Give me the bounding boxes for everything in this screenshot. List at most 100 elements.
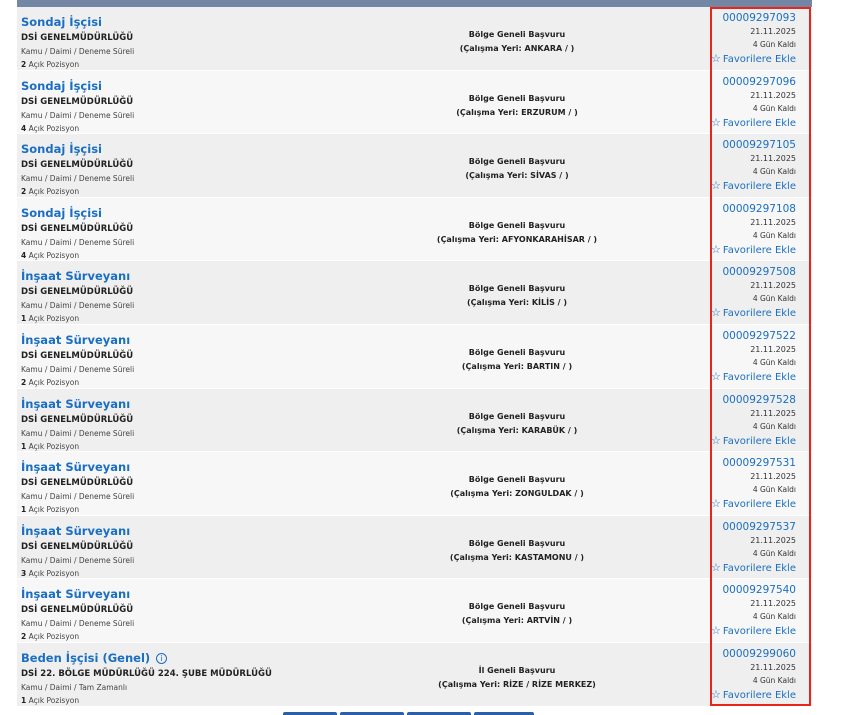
listing-info: İnşaat Sürveyanı DSİ GENELMÜDÜRLÜĞÜ Kamu /… — [21, 393, 401, 452]
employer-name: DSİ GENELMÜDÜRLÜĞÜ — [21, 478, 134, 489]
open-positions-count: 2 — [21, 632, 27, 642]
employer-name: DSİ GENELMÜDÜRLÜĞÜ — [21, 96, 134, 107]
star-outline-icon: ☆ — [711, 687, 721, 701]
listing-date: 21.11.2025 — [750, 344, 796, 354]
listing-number-link[interactable]: 00009297528 — [676, 393, 797, 407]
job-title-link[interactable]: Beden İşçisi (Genel) — [21, 651, 150, 665]
open-positions-count: 1 — [21, 695, 27, 705]
add-favorite-button[interactable]: ☆ Favorilere Ekle — [676, 242, 796, 258]
job-title-link[interactable]: İnşaat Sürveyanı — [21, 587, 130, 601]
scope-label: Bölge Geneli Başvuru — [468, 347, 566, 357]
table-row: İnşaat Sürveyanı DSİ GENELMÜDÜRLÜĞÜ Kamu /… — [17, 324, 812, 389]
job-title-link[interactable]: İnşaat Sürveyanı — [21, 333, 130, 347]
add-favorite-label: Favorilere Ekle — [722, 244, 796, 256]
scope-label: Bölge Geneli Başvuru — [468, 93, 566, 103]
work-location: (Çalışma Yeri: ARTVİN / ) — [461, 616, 573, 626]
add-favorite-button[interactable]: ☆ Favorilere Ekle — [676, 115, 796, 131]
listing-info: İnşaat Sürveyanı DSİ GENELMÜDÜRLÜĞÜ Kamu /… — [21, 265, 401, 324]
listing-number-link[interactable]: 00009299060 — [676, 647, 797, 661]
listing-number-link[interactable]: 00009297105 — [676, 138, 797, 152]
job-title-link[interactable]: İnşaat Sürveyanı — [21, 269, 130, 283]
scope-label: Bölge Geneli Başvuru — [468, 30, 566, 39]
add-favorite-button[interactable]: ☆ Favorilere Ekle — [676, 560, 796, 576]
listing-info: İnşaat Sürveyanı DSİ GENELMÜDÜRLÜĞÜ Kamu /… — [21, 329, 401, 388]
table-row: Sondaj İşçisi DSİ GENELMÜDÜRLÜĞÜ Kamu / Da… — [17, 7, 812, 71]
add-favorite-button[interactable]: ☆ Favorilere Ekle — [676, 623, 796, 639]
open-positions-label: Açık Pozisyon — [28, 123, 80, 133]
employer-name: DSİ GENELMÜDÜRLÜĞÜ — [21, 287, 134, 298]
open-positions-label: Açık Pozisyon — [28, 314, 80, 324]
job-title-link[interactable]: İnşaat Sürveyanı — [21, 524, 130, 538]
listing-date: 21.11.2025 — [750, 154, 796, 164]
scope-label: İl Geneli Başvuru — [478, 665, 556, 675]
open-positions: 1 Açık Pozisyon — [21, 694, 401, 706]
listing-number-link[interactable]: 00009297093 — [676, 11, 797, 25]
application-scope: Bölge Geneli Başvuru (Çalışma Yeri: ERZUR… — [397, 92, 637, 120]
days-remaining: 4 Gün Kaldı — [752, 103, 796, 113]
table-row: Sondaj İşçisi DSİ GENELMÜDÜRLÜĞÜ Kamu / Da… — [17, 197, 812, 262]
days-remaining: 4 Gün Kaldı — [752, 548, 796, 558]
days-remaining: 4 Gün Kaldı — [752, 167, 796, 177]
add-favorite-label: Favorilere Ekle — [722, 435, 796, 447]
open-positions-label: Açık Pozisyon — [28, 632, 80, 642]
application-scope: İl Geneli Başvuru (Çalışma Yeri: RİZE / R… — [397, 664, 637, 692]
job-title-link[interactable]: İnşaat Sürveyanı — [21, 397, 130, 411]
listing-actions: 00009297528 21.11.2025 4 Gün Kaldı ☆ Favoril… — [676, 393, 796, 449]
open-positions-label: Açık Pozisyon — [28, 60, 80, 69]
job-title-link[interactable]: Sondaj İşçisi — [21, 79, 102, 93]
listing-number-link[interactable]: 00009297508 — [676, 265, 797, 279]
open-positions: 2 Açık Pozisyon — [21, 630, 401, 642]
info-circle-icon[interactable]: i — [156, 652, 168, 664]
listing-date: 21.11.2025 — [750, 281, 796, 291]
listing-date: 21.11.2025 — [750, 662, 796, 672]
open-positions: 4 Açık Pozisyon — [21, 122, 401, 134]
listing-number-link[interactable]: 00009297540 — [676, 583, 797, 597]
job-title-link[interactable]: Sondaj İşçisi — [21, 206, 102, 220]
listing-date: 21.11.2025 — [750, 408, 796, 418]
application-scope: Bölge Geneli Başvuru (Çalışma Yeri: KASTA… — [397, 537, 637, 565]
application-scope: Bölge Geneli Başvuru (Çalışma Yeri: ARTVİ… — [397, 600, 637, 628]
work-location: (Çalışma Yeri: BARTIN / ) — [461, 361, 573, 371]
listing-number-link[interactable]: 00009297108 — [676, 202, 797, 216]
add-favorite-button[interactable]: ☆ Favorilere Ekle — [676, 178, 796, 194]
job-title-link[interactable]: Sondaj İşçisi — [21, 15, 102, 29]
add-favorite-label: Favorilere Ekle — [722, 54, 796, 65]
work-location: (Çalışma Yeri: SİVAS / ) — [465, 171, 569, 181]
open-positions-count: 3 — [21, 568, 27, 578]
employer-name: DSİ GENELMÜDÜRLÜĞÜ — [21, 160, 134, 171]
open-positions-count: 1 — [21, 505, 27, 515]
listing-number-link[interactable]: 00009297537 — [676, 520, 797, 534]
employment-type: Kamu / Daimi / Deneme Süreli — [21, 237, 135, 247]
days-remaining: 4 Gün Kaldı — [752, 230, 796, 240]
listing-info: Sondaj İşçisi DSİ GENELMÜDÜRLÜĞÜ Kamu / Da… — [21, 11, 401, 70]
job-title-link[interactable]: İnşaat Sürveyanı — [21, 460, 130, 474]
add-favorite-button[interactable]: ☆ Favorilere Ekle — [676, 687, 796, 703]
table-row: İnşaat Sürveyanı DSİ GENELMÜDÜRLÜĞÜ Kamu /… — [17, 515, 812, 580]
application-scope: Bölge Geneli Başvuru (Çalışma Yeri: BARTI… — [397, 346, 637, 374]
star-outline-icon: ☆ — [711, 242, 721, 256]
add-favorite-button[interactable]: ☆ Favorilere Ekle — [676, 369, 796, 385]
table-row: Sondaj İşçisi DSİ GENELMÜDÜRLÜĞÜ Kamu / Da… — [17, 70, 812, 135]
add-favorite-button[interactable]: ☆ Favorilere Ekle — [676, 51, 796, 67]
add-favorite-button[interactable]: ☆ Favorilere Ekle — [676, 496, 796, 512]
application-scope: Bölge Geneli Başvuru (Çalışma Yeri: KİLİS… — [397, 282, 637, 310]
open-positions-count: 4 — [21, 123, 27, 133]
employment-type: Kamu / Daimi / Deneme Süreli — [21, 364, 135, 374]
application-scope: Bölge Geneli Başvuru (Çalışma Yeri: SİVAS… — [397, 155, 637, 183]
listing-number-link[interactable]: 00009297096 — [676, 75, 797, 89]
open-positions: 4 Açık Pozisyon — [21, 249, 401, 261]
job-title-link[interactable]: Sondaj İşçisi — [21, 142, 102, 156]
open-positions: 2 Açık Pozisyon — [21, 376, 401, 388]
add-favorite-button[interactable]: ☆ Favorilere Ekle — [676, 305, 796, 321]
days-remaining: 4 Gün Kaldı — [752, 357, 796, 367]
listing-actions: 00009297108 21.11.2025 4 Gün Kaldı ☆ Favoril… — [676, 202, 796, 258]
listing-number-link[interactable]: 00009297522 — [676, 329, 797, 343]
listing-number-link[interactable]: 00009297531 — [676, 456, 797, 470]
days-remaining: 4 Gün Kaldı — [752, 40, 796, 49]
days-remaining: 4 Gün Kaldı — [752, 294, 796, 304]
star-outline-icon: ☆ — [711, 369, 721, 383]
listing-date: 21.11.2025 — [750, 90, 796, 100]
days-remaining: 4 Gün Kaldı — [752, 485, 796, 495]
scope-label: Bölge Geneli Başvuru — [468, 475, 566, 485]
add-favorite-button[interactable]: ☆ Favorilere Ekle — [676, 433, 796, 449]
